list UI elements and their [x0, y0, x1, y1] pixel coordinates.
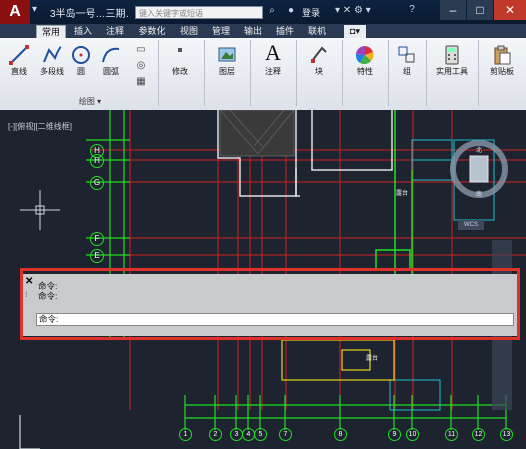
- line-label: 直线: [11, 67, 27, 76]
- text-a-icon: A: [265, 40, 281, 65]
- draw-panel-title: 绘图: [78, 97, 95, 106]
- window-title: 3半岛一号…三期…: [50, 9, 130, 19]
- properties-label: 特性: [357, 67, 373, 76]
- svg-text:南: 南: [476, 190, 482, 198]
- minimize-button[interactable]: –: [440, 0, 466, 20]
- tab-output[interactable]: 输出: [240, 25, 266, 38]
- grid-bubble-7[interactable]: 7: [279, 428, 292, 441]
- annotation-button[interactable]: A 注释: [256, 42, 290, 77]
- clipboard-label: 剪贴板: [490, 67, 514, 76]
- arc-label: 圆弧: [103, 67, 119, 76]
- polyline-icon: [43, 46, 62, 63]
- ribbon-separator: [342, 40, 343, 106]
- modify-icon: [178, 48, 182, 52]
- polyline-label: 多段线: [40, 67, 64, 76]
- circle-icon: [72, 46, 90, 64]
- search-input[interactable]: 键入关键字或短语: [135, 6, 263, 19]
- login-button[interactable]: 登录: [302, 6, 330, 19]
- highlight-frame: [20, 268, 520, 340]
- autocad-logo-icon[interactable]: A: [0, 0, 30, 24]
- room-label-terrace-upper: 露台: [396, 191, 409, 197]
- toolbar-exchange-icons[interactable]: ▾ ✕ ⚙ ▾: [335, 5, 395, 19]
- grid-bubble-10[interactable]: 10: [406, 428, 419, 441]
- viewport-controls-label[interactable]: [-][俯视][二维线框]: [8, 121, 108, 133]
- svg-text:北: 北: [476, 146, 482, 154]
- line-icon: [9, 45, 29, 65]
- grid-bubble-g[interactable]: G: [90, 176, 104, 190]
- quick-access-arrow-icon[interactable]: ▾: [32, 4, 46, 18]
- user-icon[interactable]: ●: [288, 5, 300, 19]
- color-wheel-icon: [355, 45, 374, 65]
- wcs-menu[interactable]: WCS: [458, 220, 484, 230]
- ribbon-separator: [296, 40, 297, 106]
- grid-bubble-e[interactable]: E: [90, 249, 104, 263]
- command-history-line: 命令:: [38, 281, 58, 291]
- arc-button[interactable]: 圆弧: [98, 44, 124, 77]
- grid-bubble-12[interactable]: 12: [472, 428, 485, 441]
- circle-button[interactable]: 圆: [70, 44, 92, 77]
- clipboard-icon: [494, 45, 511, 65]
- utilities-label: 实用工具: [436, 67, 468, 76]
- group-icon: [398, 46, 415, 63]
- ribbon-separator: [204, 40, 205, 106]
- ribbon-separator: [250, 40, 251, 106]
- grid-bubble-h[interactable]: H: [90, 154, 104, 168]
- polyline-button[interactable]: 多段线: [36, 44, 68, 77]
- grid-bubble-2[interactable]: 2: [209, 428, 222, 441]
- grid-bubble-11[interactable]: 11: [445, 428, 458, 441]
- circle-label: 圆: [77, 67, 85, 76]
- annotation-label: 注释: [265, 67, 281, 76]
- calculator-icon: [445, 45, 459, 65]
- ribbon-separator: [158, 40, 159, 106]
- grid-bubble-f[interactable]: F: [90, 232, 104, 246]
- properties-button[interactable]: 特性: [348, 44, 382, 77]
- tab-online[interactable]: 联机: [304, 25, 330, 38]
- ribbon-separator: [388, 40, 389, 106]
- search-icon[interactable]: ⌕: [265, 5, 279, 19]
- command-input[interactable]: 命令:: [36, 313, 514, 326]
- block-icon: [311, 46, 327, 63]
- tab-parametric[interactable]: 参数化: [134, 25, 170, 38]
- ribbon-tab-bar: 常用 插入 注释 参数化 视图 管理 输出 插件 联机 ◘▾: [0, 24, 526, 39]
- grid-bubble-8[interactable]: 8: [334, 428, 347, 441]
- layers-label: 图层: [219, 67, 235, 76]
- ribbon-separator: [426, 40, 427, 106]
- draw-panel-label[interactable]: 绘图 ▾: [40, 96, 140, 107]
- modify-label: 修改: [172, 67, 188, 76]
- help-icon[interactable]: ?: [405, 4, 419, 19]
- close-icon[interactable]: ✕: [25, 277, 35, 287]
- grip-icon[interactable]: ⁝: [25, 290, 35, 304]
- command-history-line: 命令:: [38, 291, 58, 301]
- tab-view[interactable]: 视图: [176, 25, 202, 38]
- group-button[interactable]: 组: [394, 44, 420, 77]
- viewcube-icon[interactable]: 北 南: [448, 138, 510, 200]
- room-label-terrace-lower: 露台: [366, 356, 379, 362]
- grid-bubble-5[interactable]: 5: [254, 428, 267, 441]
- ribbon-separator: [478, 40, 479, 106]
- tab-home[interactable]: 常用: [36, 25, 66, 39]
- grid-bubble-1[interactable]: 1: [179, 428, 192, 441]
- layers-icon: [218, 47, 236, 62]
- block-button[interactable]: 块: [302, 44, 336, 77]
- clipboard-button[interactable]: 剪贴板: [482, 44, 522, 77]
- tab-insert[interactable]: 插入: [70, 25, 96, 38]
- grid-bubble-13[interactable]: 13: [500, 428, 513, 441]
- tab-annotate[interactable]: 注释: [102, 25, 128, 38]
- tab-plugins[interactable]: 插件: [272, 25, 298, 38]
- modify-button[interactable]: 修改: [164, 44, 196, 77]
- utilities-button[interactable]: 实用工具: [430, 44, 474, 77]
- layers-button[interactable]: 图层: [210, 44, 244, 77]
- ribbon-panel: 直线 多段线 圆 圆弧 ▭ ◎ ▦ 修改 图层 A 注释 块 特性 组 实用工具…: [0, 38, 526, 111]
- line-button[interactable]: 直线: [4, 44, 34, 77]
- maximize-button[interactable]: □: [467, 0, 493, 20]
- group-label: 组: [403, 67, 411, 76]
- draw-small-tools[interactable]: ▭ ◎ ▦: [128, 42, 154, 90]
- tab-manage[interactable]: 管理: [208, 25, 234, 38]
- close-button[interactable]: ✕: [494, 0, 526, 20]
- ribbon-toggle-icon[interactable]: ◘▾: [344, 25, 366, 38]
- grid-bubble-9[interactable]: 9: [388, 428, 401, 441]
- block-label: 块: [315, 67, 323, 76]
- arc-icon: [102, 47, 120, 63]
